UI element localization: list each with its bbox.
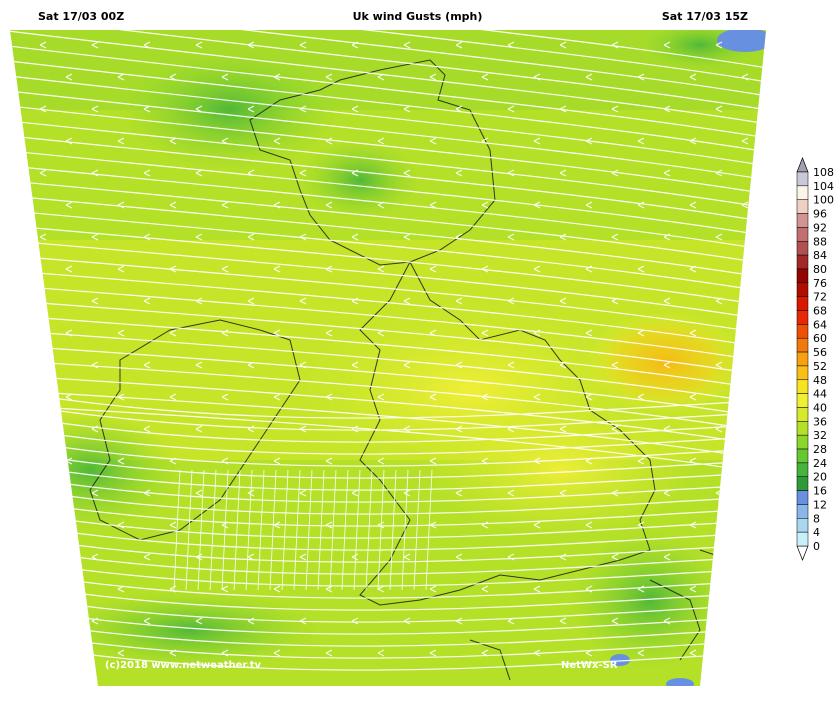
legend-swatch-28: [796, 434, 809, 450]
legend-label-68: 68: [813, 305, 827, 318]
legend-swatch-12: [796, 490, 809, 505]
legend-label-12: 12: [813, 498, 827, 511]
legend-swatch-8: [796, 504, 809, 519]
legend-swatch-96: [796, 199, 809, 214]
legend-label-76: 76: [813, 277, 827, 290]
streamline-arrowhead: [741, 521, 749, 529]
legend-label-100: 100: [813, 194, 834, 207]
legend-label-24: 24: [813, 457, 827, 470]
copyright-credit: (c)2018 www.netweather.tv: [105, 660, 261, 671]
legend-label-56: 56: [813, 346, 827, 359]
legend-label-0: 0: [813, 540, 820, 553]
legend-swatch-68: [796, 296, 809, 311]
legend-swatch-40: [796, 393, 809, 408]
legend-swatch-84: [796, 241, 809, 256]
gust-low-sw: [60, 590, 320, 670]
streamline-arrowhead: [715, 617, 723, 625]
legend-swatch-80: [796, 254, 809, 270]
legend-label-52: 52: [813, 360, 827, 373]
streamline-arrowhead: [39, 553, 47, 561]
map-field: [10, 30, 766, 686]
legend-label-84: 84: [813, 249, 827, 262]
legend-swatch-20: [796, 462, 809, 477]
streamline-arrowhead: [65, 585, 73, 593]
legend-label-108: 108: [813, 166, 834, 179]
legend-swatch-0: [796, 531, 809, 547]
streamline-arrowhead: [39, 361, 47, 369]
legend-swatch-88: [796, 227, 809, 242]
legend-label-28: 28: [813, 443, 827, 456]
model-credit: NetWx-SR: [561, 660, 618, 671]
legend-label-8: 8: [813, 512, 820, 525]
gust-low-ireland: [10, 410, 180, 530]
streamline-arrowhead: [39, 489, 47, 497]
gust-very-low-se-2: [666, 678, 694, 686]
legend-label-20: 20: [813, 471, 827, 484]
legend-swatch-100: [796, 185, 809, 200]
legend-swatch-16: [796, 476, 809, 491]
streamline-arrowhead: [65, 521, 73, 529]
streamline-arrowhead: [715, 553, 723, 561]
legend-label-104: 104: [813, 180, 834, 193]
legend-label-36: 36: [813, 415, 827, 428]
legend-arrow-min: [796, 545, 809, 561]
legend-label-48: 48: [813, 374, 827, 387]
coast-netherlands: [739, 499, 766, 541]
legend-label-60: 60: [813, 332, 827, 345]
legend-swatch-60: [796, 324, 809, 339]
legend-label-96: 96: [813, 208, 827, 221]
streamline-arrowhead: [741, 393, 749, 401]
streamline-arrowhead: [741, 265, 749, 273]
gust-yellow-se: [420, 400, 700, 540]
streamline-arrowhead: [39, 425, 47, 433]
legend-swatch-4: [796, 518, 809, 533]
legend-label-92: 92: [813, 221, 827, 234]
legend-arrow-max: [796, 157, 809, 173]
legend-label-44: 44: [813, 388, 827, 401]
legend-swatch-76: [796, 268, 809, 284]
legend-swatch-72: [796, 282, 809, 297]
legend-label-72: 72: [813, 291, 827, 304]
legend-swatch-52: [796, 351, 809, 367]
legend-label-16: 16: [813, 485, 827, 498]
legend-swatch-32: [796, 421, 809, 436]
legend-swatch-48: [796, 365, 809, 381]
legend-swatch-92: [796, 213, 809, 228]
legend-label-4: 4: [813, 526, 820, 539]
streamline-arrowhead: [65, 649, 73, 657]
legend-label-64: 64: [813, 318, 827, 331]
streamline-arrowhead: [741, 329, 749, 337]
color-legend: 1081041009692888480767268646056524844403…: [796, 157, 834, 561]
legend-label-32: 32: [813, 429, 827, 442]
legend-label-40: 40: [813, 401, 827, 414]
legend-swatch-64: [796, 310, 809, 325]
wind-gust-map: 1081041009692888480767268646056524844403…: [10, 30, 834, 686]
gust-very-low-ne: [717, 30, 766, 52]
legend-swatch-104: [796, 171, 809, 187]
streamline-arrowhead: [39, 297, 47, 305]
legend-label-80: 80: [813, 263, 827, 276]
gust-low-scotland: [300, 140, 420, 220]
streamline-arrowhead: [39, 617, 47, 625]
streamline-arrowhead: [741, 585, 749, 593]
legend-swatch-24: [796, 448, 809, 464]
legend-swatch-36: [796, 407, 809, 422]
legend-label-88: 88: [813, 235, 827, 248]
streamline-arrowhead: [741, 649, 749, 657]
streamline-arrowhead: [741, 457, 749, 465]
legend-swatch-44: [796, 379, 809, 394]
legend-swatch-56: [796, 337, 809, 353]
